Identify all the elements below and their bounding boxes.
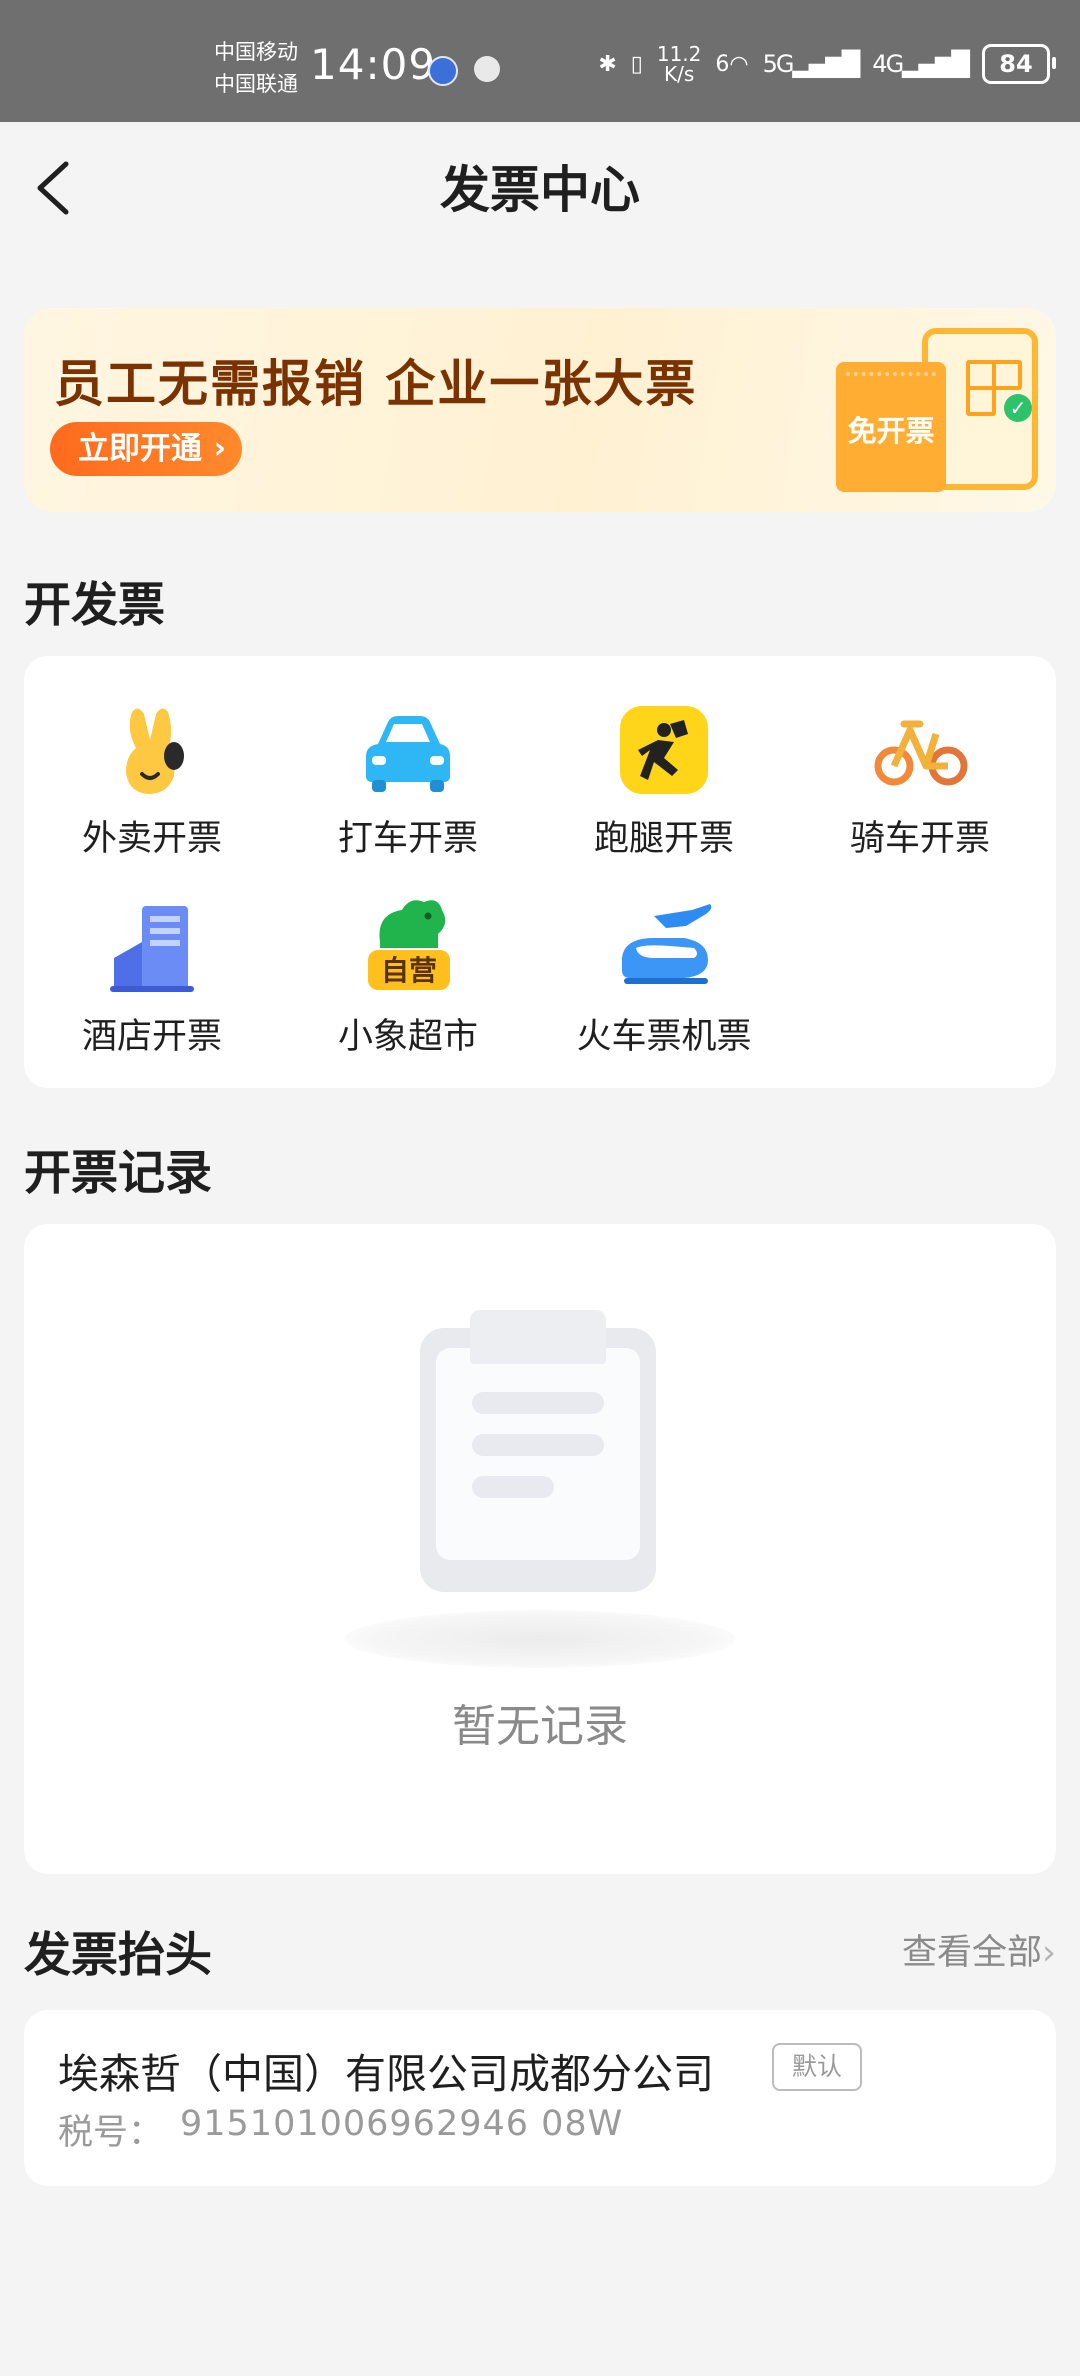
- service-hotel[interactable]: 酒店开票: [24, 898, 280, 1059]
- service-train-plane[interactable]: 火车票机票: [536, 898, 792, 1059]
- bicycle-icon: [870, 700, 970, 800]
- service-bike[interactable]: 骑车开票: [792, 700, 1048, 861]
- records-title: 开票记录: [24, 1146, 212, 1201]
- service-label: 火车票机票: [576, 1017, 752, 1057]
- ticket-label: 免开票: [847, 414, 935, 448]
- service-label: 小象超市: [337, 1017, 478, 1057]
- empty-state-text: 暂无记录: [452, 1701, 628, 1752]
- ticket-illustration: 免开票: [836, 362, 946, 492]
- service-label: 酒店开票: [81, 1017, 222, 1057]
- elephant-icon: 自营: [358, 888, 458, 998]
- tax-number-value: 915101006962946 08W: [180, 2104, 624, 2144]
- view-all-label: 查看全部: [901, 1933, 1042, 1973]
- carrier-2: 中国联通: [214, 72, 298, 96]
- network-speed: 11.2 K/s: [656, 42, 702, 86]
- train-plane-icon: [614, 898, 714, 998]
- chevron-right-icon: ›: [1042, 1933, 1056, 1973]
- status-icons: ✱ ▯ 11.2 K/s 6◠ 5G▂▄▆█ 4G▂▄▆█ 84: [598, 42, 1056, 86]
- car-icon: [358, 700, 458, 800]
- service-errand[interactable]: 跑腿开票: [536, 700, 792, 861]
- signal-5g-icon: 5G▂▄▆█: [762, 50, 861, 78]
- issue-invoice-card: 外卖开票 打车开票 跑腿开票 骑车开票 酒店开票 自营 小象超市 火车票机票: [24, 656, 1056, 1088]
- service-taxi[interactable]: 打车开票: [280, 700, 536, 861]
- view-all-link[interactable]: 查看全部›: [902, 1924, 1056, 1975]
- carrier-1: 中国移动: [214, 40, 298, 64]
- activate-button-label: 立即开通: [78, 431, 202, 467]
- service-label: 骑车开票: [849, 819, 990, 859]
- page-title: 发票中心: [440, 161, 640, 219]
- vibrate-icon: ▯: [630, 51, 643, 77]
- service-label: 外卖开票: [81, 819, 222, 859]
- activate-button[interactable]: 立即开通 ›: [50, 422, 242, 476]
- service-label: 跑腿开票: [593, 819, 734, 859]
- self-operated-tag: 自营: [381, 954, 437, 987]
- default-badge: 默认: [772, 2043, 862, 2091]
- hotel-icon: [102, 898, 202, 998]
- rabbit-icon: [102, 700, 202, 800]
- service-takeout[interactable]: 外卖开票: [24, 700, 280, 861]
- clock: 14:09: [310, 40, 437, 89]
- empty-clipboard-icon: [420, 1310, 656, 1592]
- battery-indicator: 84: [982, 44, 1056, 84]
- check-icon: ✓: [1004, 394, 1032, 422]
- signal-4g-icon: 4G▂▄▆█: [872, 50, 970, 78]
- service-label: 打车开票: [337, 819, 478, 859]
- message-app-icon: [474, 56, 500, 82]
- status-bar: 中国移动 中国联通 14:09 ✱ ▯ 11.2 K/s 6◠ 5G▂▄▆█ 4…: [0, 0, 1080, 122]
- wifi-icon: 6◠: [715, 51, 749, 77]
- empty-shadow: [345, 1610, 735, 1668]
- runner-icon: [614, 700, 714, 800]
- carrier-info: 中国移动 中国联通: [214, 36, 298, 100]
- service-supermarket[interactable]: 自营 小象超市: [280, 888, 536, 1059]
- issue-invoice-title: 开发票: [24, 578, 165, 633]
- invoice-header-title: 发票抬头: [24, 1928, 212, 1983]
- voice-app-icon: [428, 56, 458, 86]
- tax-number-label: 税号：: [58, 2113, 164, 2153]
- bluetooth-icon: ✱: [598, 51, 617, 77]
- promo-banner[interactable]: 员工无需报销 企业一张大票 立即开通 › ✓ 免开票: [24, 308, 1056, 512]
- chevron-right-icon: ›: [213, 431, 226, 466]
- banner-headline: 员工无需报销 企业一张大票: [54, 355, 698, 413]
- company-name: 埃森哲（中国）有限公司成都分公司: [58, 2050, 714, 2098]
